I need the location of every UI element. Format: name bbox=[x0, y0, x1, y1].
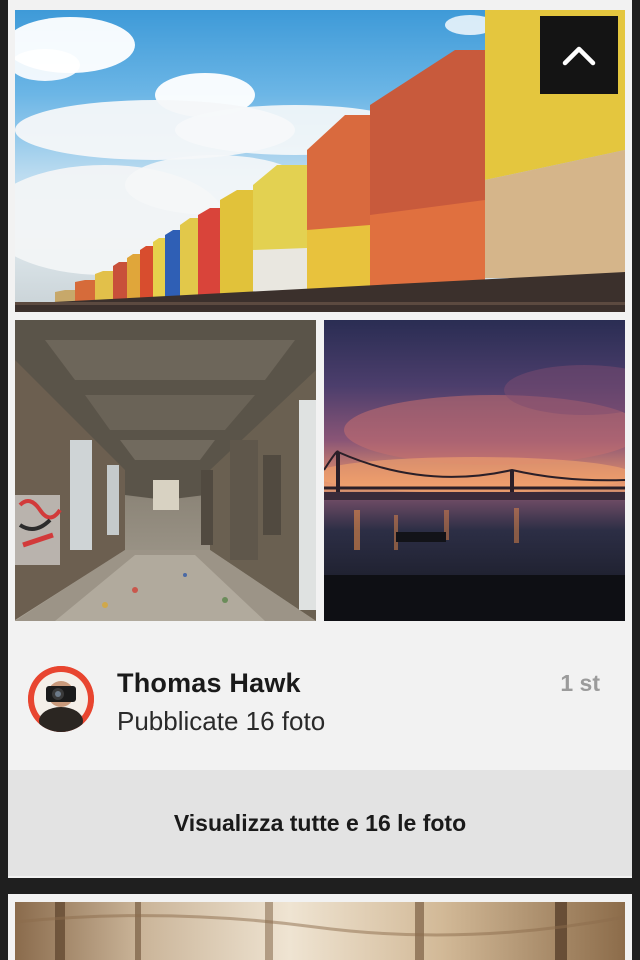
post-timestamp: 1 st bbox=[560, 670, 600, 696]
view-all-photos-button[interactable]: Visualizza tutte e 16 le foto bbox=[8, 770, 632, 876]
author-name[interactable]: Thomas Hawk bbox=[117, 668, 301, 699]
scroll-to-top-button[interactable] bbox=[540, 16, 618, 94]
photo-abandoned-corridor[interactable] bbox=[15, 320, 316, 621]
avatar[interactable] bbox=[28, 666, 94, 732]
post-description: Pubblicate 16 foto bbox=[117, 706, 326, 736]
photo-container-train[interactable] bbox=[15, 10, 625, 312]
author-row[interactable]: Thomas Hawk Pubblicate 16 foto 1 st bbox=[8, 640, 632, 768]
photo-forest-trees[interactable] bbox=[15, 902, 625, 960]
photo-bridge-sunset[interactable] bbox=[324, 320, 625, 621]
feed-page: Thomas Hawk Pubblicate 16 foto 1 st Visu… bbox=[0, 0, 640, 960]
chevron-up-icon bbox=[562, 46, 596, 66]
